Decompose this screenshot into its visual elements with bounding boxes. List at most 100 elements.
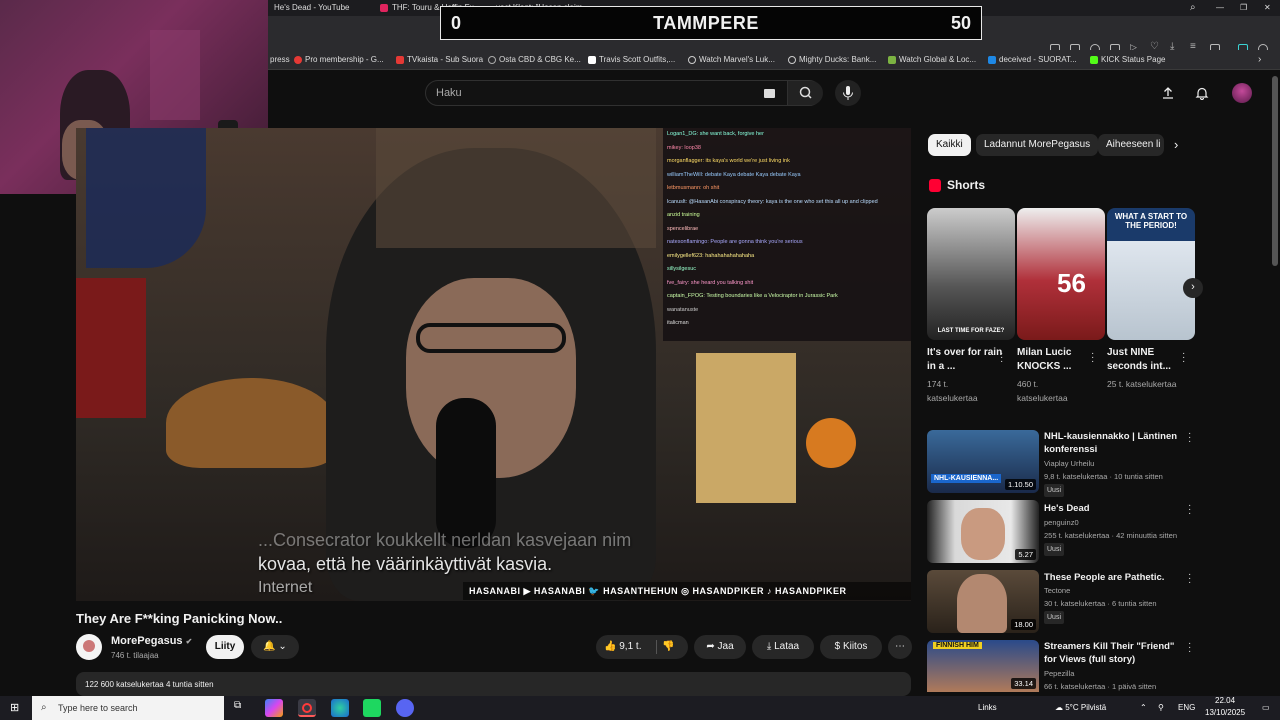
- short-title[interactable]: Milan Lucic KNOCKS ...: [1017, 346, 1097, 374]
- download-icon: ⤓: [766, 641, 772, 652]
- discord-icon[interactable]: [396, 699, 414, 717]
- task-view-icon[interactable]: ⧉: [234, 700, 248, 714]
- bookmark-item[interactable]: Travis Scott Outfits,...: [588, 50, 675, 70]
- channel-link[interactable]: penguinz0: [1044, 516, 1194, 529]
- more-vert-icon[interactable]: · · ·: [1091, 349, 1094, 367]
- keyboard-icon[interactable]: [764, 89, 775, 98]
- bookmark-item[interactable]: Watch Global & Loc...: [888, 50, 976, 70]
- bookmark-item[interactable]: deceived - SUORAT...: [988, 50, 1077, 70]
- notification-center-icon[interactable]: ▭: [1262, 696, 1270, 720]
- maximize-icon[interactable]: ❐: [1240, 0, 1250, 16]
- chip-related[interactable]: Aiheeseen li: [1098, 134, 1164, 156]
- short-thumbnail[interactable]: WHAT A START TO THE PERIOD!: [1107, 208, 1195, 340]
- search-bar[interactable]: Haku: [425, 80, 823, 106]
- thumbnail-text: NHL-KAUSIENNA...: [931, 474, 1002, 483]
- channel-link[interactable]: Pepezilla: [1044, 667, 1194, 680]
- tv-icon: [396, 56, 404, 64]
- channel-name[interactable]: MorePegasus ✔: [111, 635, 192, 647]
- page-scrollbar[interactable]: [1272, 76, 1278, 266]
- bookmark-item[interactable]: Osta CBD & CBG Ke...: [488, 50, 581, 70]
- chips-next-icon[interactable]: ›: [1174, 137, 1178, 152]
- share-button[interactable]: ➦ Jaa: [694, 635, 746, 659]
- shorts-next-button[interactable]: ›: [1183, 278, 1203, 298]
- edge-icon[interactable]: [331, 699, 349, 717]
- kick-icon: [1090, 56, 1098, 64]
- weather-widget[interactable]: ☁ 5°C Pilvistä: [1055, 696, 1106, 720]
- bell-icon: 🔔: [263, 641, 276, 652]
- network-icon[interactable]: ⚲: [1158, 696, 1164, 720]
- chat-message: emilygellef623: hahahahahahahaha: [667, 252, 755, 259]
- close-window-icon[interactable]: ✕: [1264, 0, 1274, 16]
- minimize-icon[interactable]: —: [1216, 0, 1226, 16]
- short-thumbnail[interactable]: LAST TIME FOR FAZE?: [927, 208, 1015, 340]
- avatar[interactable]: [1232, 83, 1252, 103]
- notifications-bell-icon[interactable]: [1195, 86, 1209, 100]
- more-actions-button[interactable]: ⋯: [888, 635, 912, 659]
- description-box[interactable]: 122 600 katselukertaa 4 tuntia sitten: [76, 672, 911, 696]
- upload-icon[interactable]: [1161, 86, 1175, 100]
- bookmark-item[interactable]: press: [270, 50, 290, 70]
- share-label: Jaa: [717, 641, 734, 652]
- video-title-link[interactable]: These People are Pathetic.: [1044, 571, 1184, 584]
- scoreboard-title: TAMMPERE: [653, 12, 759, 33]
- channel-avatar-face: [83, 640, 95, 652]
- subscribe-bell-button[interactable]: 🔔 ⌄: [251, 635, 299, 659]
- windows-start-icon[interactable]: ⊞: [10, 702, 22, 714]
- more-vert-icon[interactable]: · · ·: [1000, 349, 1003, 367]
- bookmark-item[interactable]: TVkaista - Sub Suora: [396, 50, 483, 70]
- video-meta: 9,8 t. katselukertaa · 10 tuntia sitten: [1044, 472, 1163, 481]
- more-vert-icon[interactable]: · · ·: [1182, 349, 1185, 367]
- short-thumbnail[interactable]: 56: [1017, 208, 1105, 340]
- tab-youtube[interactable]: He's Dead - YouTube: [268, 0, 376, 16]
- browser-app-icon[interactable]: [298, 699, 316, 717]
- channel-name-text: MorePegasus: [111, 635, 183, 647]
- channel-avatar[interactable]: [76, 634, 102, 660]
- bookmarks-overflow-icon[interactable]: ›: [1258, 50, 1261, 70]
- more-vert-icon[interactable]: · · ·: [1188, 429, 1191, 447]
- bookmark-item[interactable]: Watch Marvel's Luk...: [688, 50, 775, 70]
- clock[interactable]: 22.04 13/10/2025: [1205, 694, 1245, 719]
- video-thumbnail[interactable]: 5.27: [927, 500, 1039, 563]
- more-vert-icon[interactable]: · · ·: [1188, 501, 1191, 519]
- short-overlay-text: 56: [1057, 268, 1086, 298]
- bookmark-item[interactable]: Pro membership - G...: [294, 50, 384, 70]
- new-badge: Uusi: [1044, 611, 1065, 624]
- search-tabs-icon[interactable]: ⌕: [1190, 0, 1204, 16]
- taskbar-search[interactable]: ⌕ Type here to search: [32, 696, 224, 720]
- language-indicator[interactable]: ENG: [1178, 696, 1195, 720]
- short-title[interactable]: It's over for rain in a ...: [927, 346, 1007, 374]
- search-button[interactable]: [787, 81, 823, 105]
- video-chat-overlay: Logan1_DG: she want back, forgive her mik…: [663, 128, 911, 341]
- shorts-heading: Shorts: [947, 178, 986, 192]
- short-title[interactable]: Just NINE seconds int...: [1107, 346, 1187, 374]
- voice-search-button[interactable]: [835, 80, 861, 106]
- copilot-icon[interactable]: [265, 699, 283, 717]
- link-icon: [788, 56, 796, 64]
- download-button[interactable]: ⤓ Lataa: [752, 635, 814, 659]
- search-input[interactable]: Haku: [436, 87, 462, 99]
- channel-link[interactable]: Tectone: [1044, 584, 1194, 597]
- like-dislike-button[interactable]: 👍 9,1 t. 👎: [596, 635, 688, 659]
- tray-overflow-icon[interactable]: ⌃: [1140, 696, 1147, 720]
- more-vert-icon[interactable]: · · ·: [1188, 570, 1191, 588]
- tab-label: He's Dead - YouTube: [274, 3, 350, 12]
- taskbar-search-input[interactable]: Type here to search: [58, 703, 138, 713]
- bookmark-label: Watch Marvel's Luk...: [699, 55, 775, 64]
- bookmark-item[interactable]: KICK Status Page: [1090, 50, 1165, 70]
- chip-all[interactable]: Kaikki: [928, 134, 971, 156]
- spotify-like-icon[interactable]: [363, 699, 381, 717]
- more-vert-icon[interactable]: · · ·: [1188, 639, 1191, 657]
- thanks-button[interactable]: $ Kiitos: [820, 635, 882, 659]
- video-thumbnail[interactable]: NHL-KAUSIENNA... 1.10.50: [927, 430, 1039, 493]
- chip-uploaded-by[interactable]: Ladannut MorePegasus: [976, 134, 1099, 156]
- join-button[interactable]: Liity: [206, 635, 244, 659]
- video-title-link[interactable]: NHL-kausiennakko | Läntinen konferenssi: [1044, 430, 1184, 456]
- video-title-link[interactable]: He's Dead: [1044, 502, 1184, 515]
- video-title-link[interactable]: Streamers Kill Their "Friend" for Views …: [1044, 640, 1184, 666]
- video-thumbnail[interactable]: 18.00: [927, 570, 1039, 633]
- links-toolbar[interactable]: Links: [978, 696, 997, 720]
- channel-link[interactable]: Viaplay Urheilu: [1044, 457, 1194, 470]
- video-thumbnail[interactable]: FINNISH HIM 33.14: [927, 640, 1039, 692]
- bookmark-item[interactable]: Mighty Ducks: Bank...: [788, 50, 876, 70]
- subtitle-line: kovaa, että he väärinkäyttivät kasvia.: [258, 554, 553, 574]
